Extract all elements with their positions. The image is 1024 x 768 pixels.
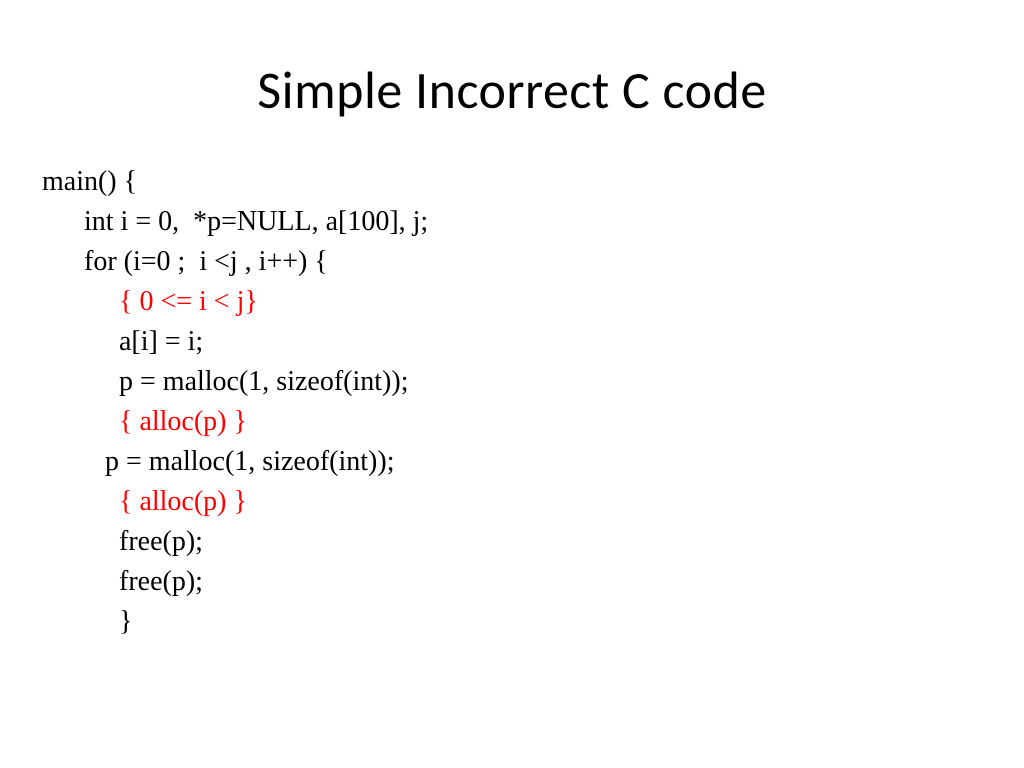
annotation-invariant: { 0 <= i < j}	[119, 286, 258, 317]
annotation-alloc-2: { alloc(p) }	[119, 486, 247, 517]
code-line-8: p = malloc(1, sizeof(int));	[42, 446, 394, 477]
code-line-11: free(p);	[42, 566, 203, 597]
code-block: main() { int i = 0, *p=NULL, a[100], j; …	[42, 162, 428, 642]
code-line-2: int i = 0, *p=NULL, a[100], j;	[42, 206, 428, 237]
code-line-12: }	[42, 606, 132, 637]
slide: Simple Incorrect C code main() { int i =…	[0, 0, 1024, 768]
annotation-alloc-1: { alloc(p) }	[119, 406, 247, 437]
code-line-7-indent	[42, 406, 119, 437]
code-line-4-indent	[42, 286, 119, 317]
code-line-3: for (i=0 ; i <j , i++) {	[42, 246, 328, 277]
code-line-10: free(p);	[42, 526, 203, 557]
code-line-6: p = malloc(1, sizeof(int));	[42, 366, 408, 397]
slide-title: Simple Incorrect C code	[0, 0, 1024, 122]
code-line-1: main() {	[42, 166, 137, 197]
code-line-5: a[i] = i;	[42, 326, 203, 357]
code-line-9-indent	[42, 486, 119, 517]
